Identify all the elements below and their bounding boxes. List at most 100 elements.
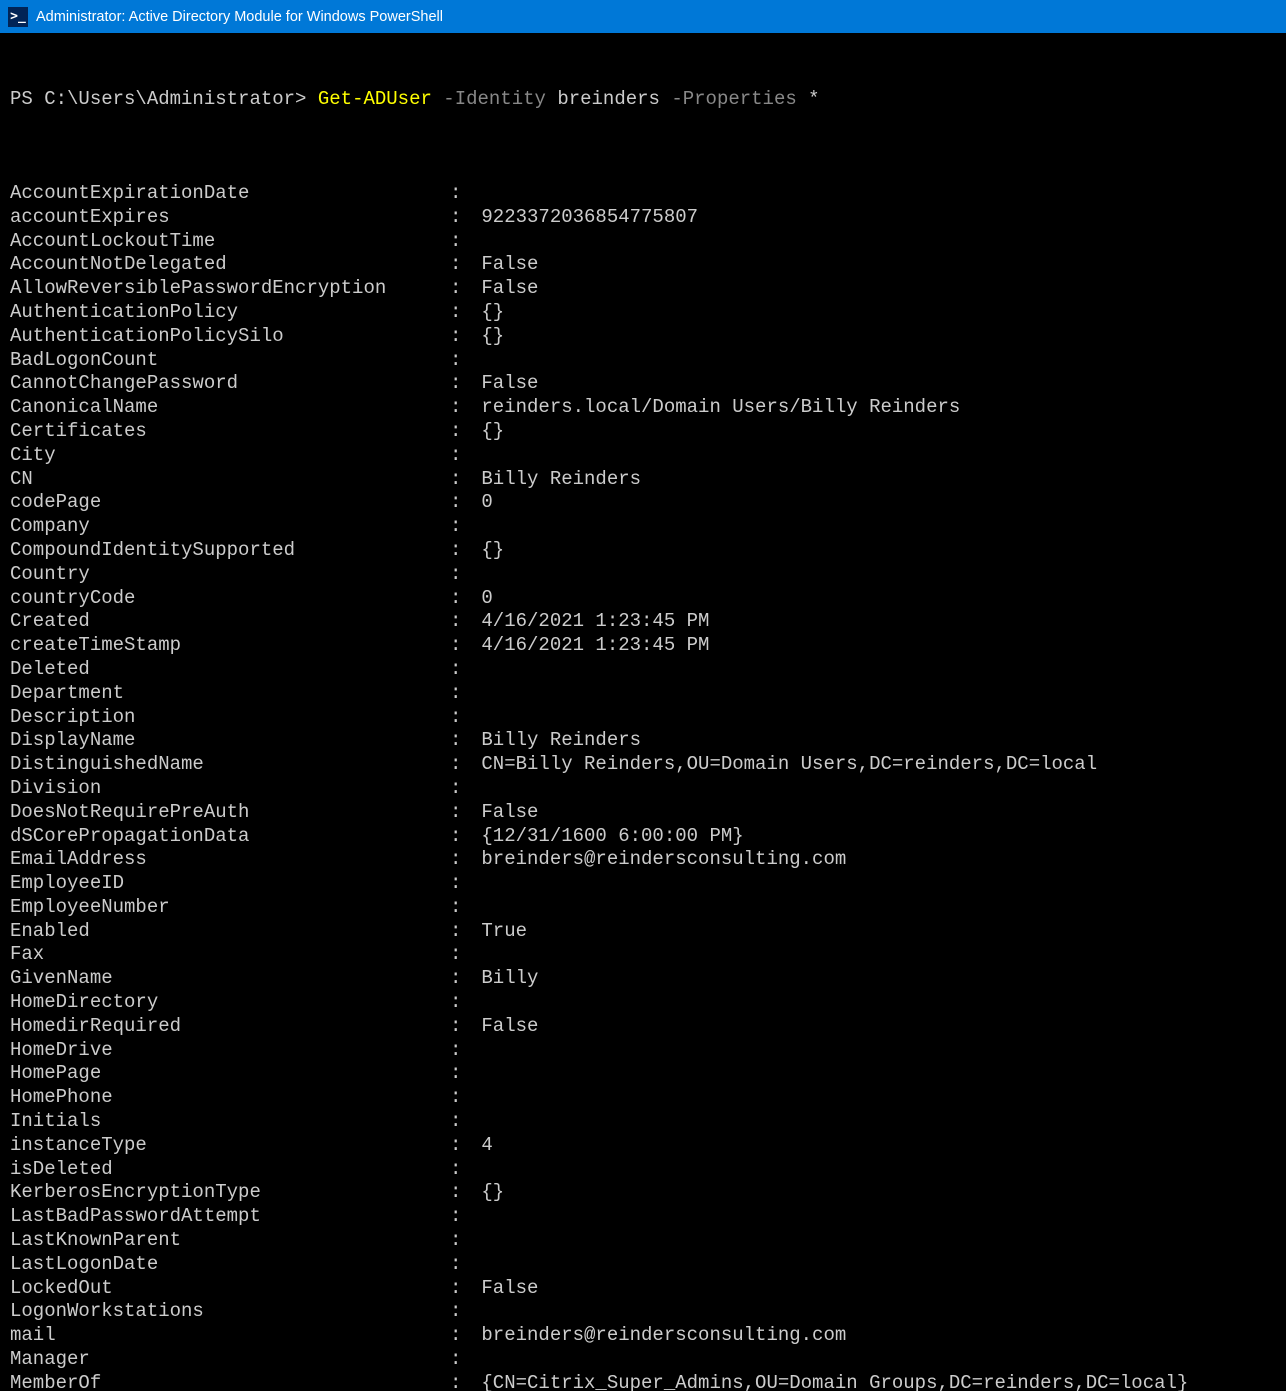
property-row: HomeDrive: — [10, 1039, 1276, 1063]
property-value: 0 — [470, 587, 493, 611]
property-row: LastBadPasswordAttempt: — [10, 1205, 1276, 1229]
property-name: Manager — [10, 1348, 450, 1372]
colon-separator: : — [450, 753, 470, 777]
property-value — [470, 1110, 481, 1134]
colon-separator: : — [450, 468, 470, 492]
property-row: Enabled: True — [10, 920, 1276, 944]
colon-separator: : — [450, 325, 470, 349]
property-name: Deleted — [10, 658, 450, 682]
property-value: False — [470, 277, 538, 301]
property-value — [470, 1205, 481, 1229]
property-row: Initials: — [10, 1110, 1276, 1134]
property-name: City — [10, 444, 450, 468]
property-row: LastKnownParent: — [10, 1229, 1276, 1253]
property-value — [470, 1039, 481, 1063]
property-value: Billy — [470, 967, 538, 991]
property-row: dSCorePropagationData: {12/31/1600 6:00:… — [10, 825, 1276, 849]
property-value — [470, 563, 481, 587]
property-name: Description — [10, 706, 450, 730]
property-name: Enabled — [10, 920, 450, 944]
colon-separator: : — [450, 1062, 470, 1086]
property-name: AccountExpirationDate — [10, 182, 450, 206]
property-value — [470, 349, 481, 373]
colon-separator: : — [450, 1086, 470, 1110]
property-value: False — [470, 372, 538, 396]
property-row: AuthenticationPolicy: {} — [10, 301, 1276, 325]
arg-properties: * — [808, 88, 819, 110]
property-row: isDeleted: — [10, 1158, 1276, 1182]
property-row: AuthenticationPolicySilo: {} — [10, 325, 1276, 349]
property-value — [470, 515, 481, 539]
property-value — [470, 1086, 481, 1110]
property-value: breinders@reindersconsulting.com — [470, 848, 846, 872]
property-value: Billy Reinders — [470, 729, 641, 753]
property-name: accountExpires — [10, 206, 450, 230]
property-name: LockedOut — [10, 1277, 450, 1301]
property-name: EmailAddress — [10, 848, 450, 872]
property-row: Manager: — [10, 1348, 1276, 1372]
colon-separator: : — [450, 563, 470, 587]
colon-separator: : — [450, 420, 470, 444]
property-value: Billy Reinders — [470, 468, 641, 492]
property-value — [470, 658, 481, 682]
property-name: createTimeStamp — [10, 634, 450, 658]
terminal-output[interactable]: PS C:\Users\Administrator> Get-ADUser -I… — [0, 34, 1286, 1391]
property-row: HomePage: — [10, 1062, 1276, 1086]
colon-separator: : — [450, 825, 470, 849]
property-value — [470, 991, 481, 1015]
colon-separator: : — [450, 706, 470, 730]
property-name: EmployeeNumber — [10, 896, 450, 920]
colon-separator: : — [450, 206, 470, 230]
property-value: {12/31/1600 6:00:00 PM} — [470, 825, 744, 849]
property-name: AuthenticationPolicy — [10, 301, 450, 325]
property-row: Country: — [10, 563, 1276, 587]
property-name: LogonWorkstations — [10, 1300, 450, 1324]
property-name: HomePage — [10, 1062, 450, 1086]
property-row: MemberOf: {CN=Citrix_Super_Admins,OU=Dom… — [10, 1372, 1276, 1391]
property-row: Created: 4/16/2021 1:23:45 PM — [10, 610, 1276, 634]
output-container: AccountExpirationDate: accountExpires: 9… — [10, 182, 1276, 1391]
property-row: City: — [10, 444, 1276, 468]
property-row: LogonWorkstations: — [10, 1300, 1276, 1324]
property-name: BadLogonCount — [10, 349, 450, 373]
property-name: GivenName — [10, 967, 450, 991]
property-name: Country — [10, 563, 450, 587]
property-name: AccountLockoutTime — [10, 230, 450, 254]
prompt-prefix: PS C:\Users\Administrator> — [10, 88, 318, 110]
property-row: KerberosEncryptionType: {} — [10, 1181, 1276, 1205]
property-value — [470, 1158, 481, 1182]
colon-separator: : — [450, 991, 470, 1015]
property-name: LastKnownParent — [10, 1229, 450, 1253]
property-name: MemberOf — [10, 1372, 450, 1391]
colon-separator: : — [450, 1324, 470, 1348]
property-value: False — [470, 801, 538, 825]
colon-separator: : — [450, 1015, 470, 1039]
powershell-window: >_ Administrator: Active Directory Modul… — [0, 0, 1286, 1391]
cmdlet-name: Get-ADUser — [318, 88, 432, 110]
property-name: Department — [10, 682, 450, 706]
arg-identity: breinders — [557, 88, 660, 110]
property-row: AccountLockoutTime: — [10, 230, 1276, 254]
property-row: DoesNotRequirePreAuth: False — [10, 801, 1276, 825]
property-value — [470, 1062, 481, 1086]
property-name: HomePhone — [10, 1086, 450, 1110]
property-value: False — [470, 253, 538, 277]
property-name: CompoundIdentitySupported — [10, 539, 450, 563]
colon-separator: : — [450, 277, 470, 301]
property-name: instanceType — [10, 1134, 450, 1158]
property-value: reinders.local/Domain Users/Billy Reinde… — [470, 396, 960, 420]
property-value: breinders@reindersconsulting.com — [470, 1324, 846, 1348]
property-name: dSCorePropagationData — [10, 825, 450, 849]
colon-separator: : — [450, 372, 470, 396]
property-value — [470, 1348, 481, 1372]
property-row: Fax: — [10, 943, 1276, 967]
property-value — [470, 872, 481, 896]
property-row: createTimeStamp: 4/16/2021 1:23:45 PM — [10, 634, 1276, 658]
colon-separator: : — [450, 349, 470, 373]
property-value: {} — [470, 539, 504, 563]
titlebar[interactable]: >_ Administrator: Active Directory Modul… — [0, 0, 1286, 34]
property-row: AccountNotDelegated: False — [10, 253, 1276, 277]
property-row: HomePhone: — [10, 1086, 1276, 1110]
property-name: Created — [10, 610, 450, 634]
colon-separator: : — [450, 1181, 470, 1205]
